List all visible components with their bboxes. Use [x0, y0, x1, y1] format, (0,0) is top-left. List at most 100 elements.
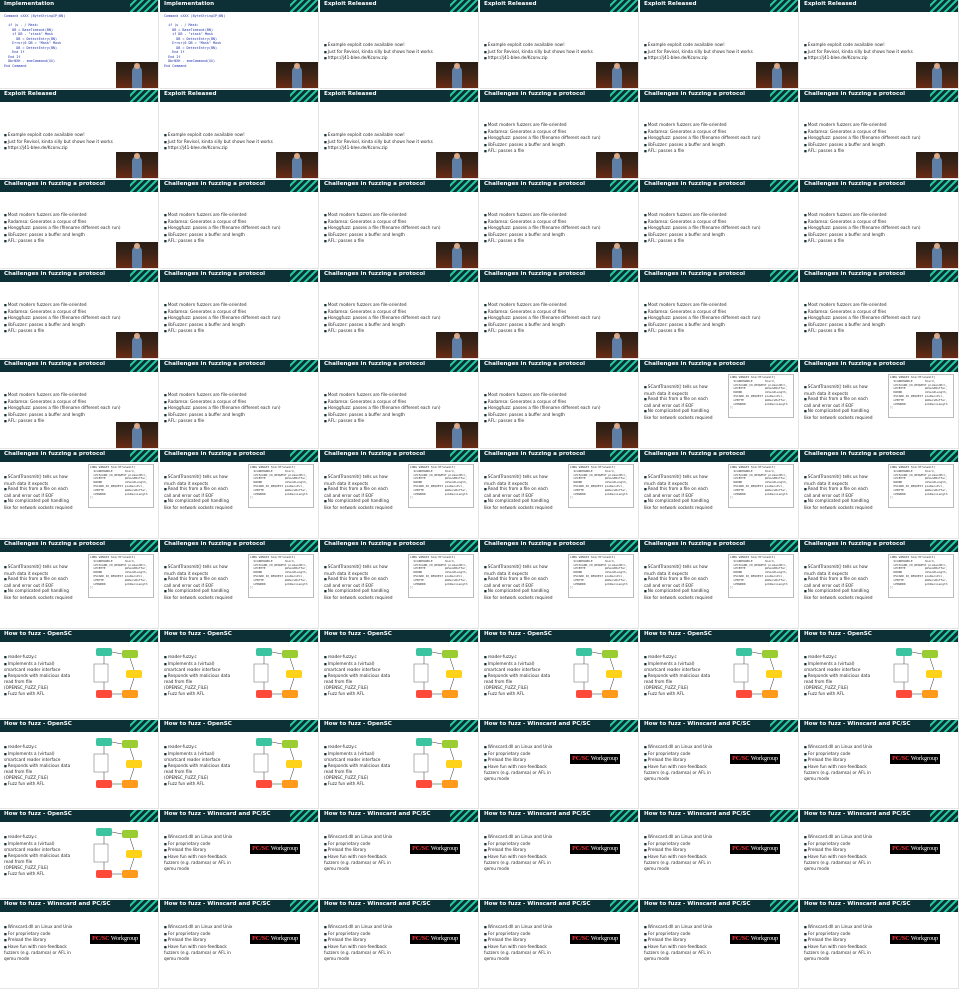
- slide-thumbnail[interactable]: How to fuzz - OpenSC reader-fuzzy.cImplem…: [0, 720, 159, 809]
- flow-core-node: [93, 753, 109, 773]
- slide-thumbnail[interactable]: Challenges in fuzzing a protocol Most mod…: [800, 180, 959, 269]
- slide-thumbnail[interactable]: Exploit Released Example exploit code ava…: [320, 90, 479, 179]
- slide-thumbnail[interactable]: Exploit Released Example exploit code ava…: [0, 90, 159, 179]
- slide-thumbnail[interactable]: Challenges in fuzzing a protocol Most mod…: [480, 90, 639, 179]
- bullet-item: No complicated poll handling like for ne…: [164, 588, 236, 600]
- slide-thumbnail[interactable]: Challenges in fuzzing a protocol Most mod…: [0, 360, 159, 449]
- slide-thumbnail[interactable]: Challenges in fuzzing a protocol Most mod…: [480, 270, 639, 359]
- bullet-item: Fuzz fun with AFL: [324, 691, 396, 698]
- bullet-item: Just for Revisol, kinda silly but shows …: [4, 139, 154, 146]
- slide-thumbnail[interactable]: Exploit Released Example exploit code ava…: [640, 0, 799, 89]
- slide-thumbnail[interactable]: How to fuzz - Winscard and PC/SC Winscard…: [640, 900, 799, 989]
- slide-thumbnail[interactable]: Challenges in fuzzing a protocol SCardTra…: [0, 450, 159, 539]
- slide-thumbnail[interactable]: Challenges in fuzzing a protocol Most mod…: [0, 270, 159, 359]
- slide-thumbnail[interactable]: Challenges in fuzzing a protocol SCardTra…: [640, 540, 799, 629]
- slide-thumbnail[interactable]: Challenges in fuzzing a protocol SCardTra…: [480, 540, 639, 629]
- slide-thumbnail[interactable]: Challenges in fuzzing a protocol Most mod…: [320, 360, 479, 449]
- slide-thumbnail[interactable]: Implementation Command cXXX (ByteStringIP…: [0, 0, 159, 89]
- bullet-list: Most modern fuzzers are file-orientedRad…: [324, 212, 474, 245]
- slide-title: How to fuzz - Winscard and PC/SC: [164, 811, 271, 817]
- slide-thumbnail[interactable]: Challenges in fuzzing a protocol SCardTra…: [160, 540, 319, 629]
- slide-thumbnail[interactable]: How to fuzz - Winscard and PC/SC Winscard…: [640, 720, 799, 809]
- slide-thumbnail[interactable]: How to fuzz - Winscard and PC/SC Winscard…: [800, 720, 959, 809]
- flow-node: [762, 650, 778, 658]
- slide-thumbnail[interactable]: Challenges in fuzzing a protocol SCardTra…: [640, 360, 799, 449]
- slide-header: Exploit Released: [480, 0, 638, 12]
- slide-thumbnail[interactable]: How to fuzz - OpenSC reader-fuzzy.cImplem…: [800, 630, 959, 719]
- slide-thumbnail[interactable]: Challenges in fuzzing a protocol SCardTra…: [640, 450, 799, 539]
- slide-thumbnail[interactable]: Challenges in fuzzing a protocol SCardTra…: [320, 450, 479, 539]
- slide-thumbnail[interactable]: How to fuzz - OpenSC reader-fuzzy.cImplem…: [160, 720, 319, 809]
- flow-node: [256, 780, 272, 788]
- slide-thumbnail[interactable]: Challenges in fuzzing a protocol Most mod…: [160, 270, 319, 359]
- slide-thumbnail[interactable]: Exploit Released Example exploit code ava…: [320, 0, 479, 89]
- slide-thumbnail[interactable]: Challenges in fuzzing a protocol Most mod…: [320, 270, 479, 359]
- slide-thumbnail[interactable]: How to fuzz - OpenSC reader-fuzzy.cImplem…: [320, 720, 479, 809]
- slide-thumbnail[interactable]: Challenges in fuzzing a protocol SCardTra…: [800, 540, 959, 629]
- slide-header: Challenges in fuzzing a protocol: [800, 270, 958, 282]
- slide-thumbnail[interactable]: Challenges in fuzzing a protocol Most mod…: [640, 90, 799, 179]
- flow-node: [442, 740, 458, 748]
- slide-thumbnail[interactable]: Exploit Released Example exploit code ava…: [160, 90, 319, 179]
- header-stripes: [930, 0, 958, 12]
- slide-title: Challenges in fuzzing a protocol: [804, 271, 906, 277]
- slide-title: How to fuzz - Winscard and PC/SC: [644, 901, 751, 907]
- slide-title: Challenges in fuzzing a protocol: [804, 181, 906, 187]
- slide-thumbnail[interactable]: Challenges in fuzzing a protocol Most mod…: [640, 270, 799, 359]
- slide-thumbnail[interactable]: Challenges in fuzzing a protocol Most mod…: [160, 180, 319, 269]
- slide-thumbnail[interactable]: Challenges in fuzzing a protocol SCardTra…: [160, 450, 319, 539]
- slide-title: How to fuzz - OpenSC: [484, 631, 552, 637]
- slide-thumbnail[interactable]: How to fuzz - Winscard and PC/SC Winscard…: [320, 900, 479, 989]
- slide-thumbnail[interactable]: Exploit Released Example exploit code ava…: [800, 0, 959, 89]
- bullet-item: reader-fuzzy.c: [644, 654, 716, 661]
- slide-thumbnail[interactable]: Challenges in fuzzing a protocol SCardTra…: [800, 360, 959, 449]
- slide-thumbnail[interactable]: Exploit Released Example exploit code ava…: [480, 0, 639, 89]
- bullet-item: Winscard.dll on Linux and Unix: [804, 834, 876, 841]
- slide-thumbnail[interactable]: How to fuzz - Winscard and PC/SC Winscard…: [480, 900, 639, 989]
- speaker-video-inset: [436, 152, 478, 178]
- bullet-item: Implements a (virtual) smartcard reader …: [4, 661, 76, 673]
- slide-thumbnail[interactable]: Challenges in fuzzing a protocol SCardTra…: [480, 450, 639, 539]
- slide-thumbnail[interactable]: Challenges in fuzzing a protocol SCardTra…: [800, 450, 959, 539]
- slide-thumbnail[interactable]: How to fuzz - Winscard and PC/SC Winscard…: [640, 810, 799, 899]
- speaker-figure: [452, 156, 462, 178]
- slide-thumbnail[interactable]: How to fuzz - OpenSC reader-fuzzy.cImplem…: [0, 630, 159, 719]
- slide-body: Winscard.dll on Linux and UnixFor propri…: [804, 734, 954, 804]
- pcsc-workgroup-logo: PC/SC Workgroup: [570, 754, 620, 764]
- slide-thumbnail[interactable]: How to fuzz - Winscard and PC/SC Winscard…: [480, 720, 639, 809]
- slide-thumbnail[interactable]: Challenges in fuzzing a protocol Most mod…: [160, 360, 319, 449]
- slide-thumbnail[interactable]: How to fuzz - OpenSC reader-fuzzy.cImplem…: [320, 630, 479, 719]
- speaker-video-inset: [596, 422, 638, 448]
- header-stripes: [770, 90, 798, 102]
- slide-thumbnail[interactable]: Challenges in fuzzing a protocol SCardTra…: [0, 540, 159, 629]
- slide-thumbnail[interactable]: How to fuzz - OpenSC reader-fuzzy.cImplem…: [0, 810, 159, 899]
- slide-thumbnail[interactable]: Challenges in fuzzing a protocol Most mod…: [320, 180, 479, 269]
- slide-thumbnail[interactable]: Challenges in fuzzing a protocol Most mod…: [480, 180, 639, 269]
- slide-thumbnail[interactable]: Implementation Command cXXX (ByteStringIP…: [160, 0, 319, 89]
- bullet-list: Winscard.dll on Linux and UnixFor propri…: [324, 834, 396, 872]
- slide-thumbnail[interactable]: Challenges in fuzzing a protocol Most mod…: [480, 360, 639, 449]
- slide-thumbnail[interactable]: Challenges in fuzzing a protocol Most mod…: [800, 270, 959, 359]
- slide-thumbnail[interactable]: How to fuzz - Winscard and PC/SC Winscard…: [0, 900, 159, 989]
- bullet-item: Responds with malicious data read from f…: [804, 673, 876, 691]
- slide-thumbnail[interactable]: How to fuzz - Winscard and PC/SC Winscard…: [160, 900, 319, 989]
- bullet-item: Honggfuzz: passes a file (filename diffe…: [804, 225, 954, 232]
- slide-thumbnail[interactable]: How to fuzz - Winscard and PC/SC Winscard…: [800, 810, 959, 899]
- slide-thumbnail[interactable]: Challenges in fuzzing a protocol SCardTra…: [320, 540, 479, 629]
- slide-thumbnail[interactable]: How to fuzz - Winscard and PC/SC Winscard…: [800, 900, 959, 989]
- slide-thumbnail[interactable]: How to fuzz - Winscard and PC/SC Winscard…: [480, 810, 639, 899]
- slide-thumbnail[interactable]: Challenges in fuzzing a protocol Most mod…: [0, 180, 159, 269]
- header-stripes: [930, 360, 958, 372]
- slide-title: Challenges in fuzzing a protocol: [644, 271, 746, 277]
- bullet-item: Responds with malicious data read from f…: [4, 853, 76, 871]
- slide-thumbnail[interactable]: How to fuzz - OpenSC reader-fuzzy.cImplem…: [640, 630, 799, 719]
- slide-thumbnail[interactable]: How to fuzz - OpenSC reader-fuzzy.cImplem…: [480, 630, 639, 719]
- slide-thumbnail-grid: Implementation Command cXXX (ByteStringIP…: [0, 0, 960, 990]
- slide-thumbnail[interactable]: How to fuzz - Winscard and PC/SC Winscard…: [320, 810, 479, 899]
- bullet-item: Honggfuzz: passes a file (filename diffe…: [644, 225, 794, 232]
- slide-thumbnail[interactable]: Challenges in fuzzing a protocol Most mod…: [640, 180, 799, 269]
- slide-thumbnail[interactable]: How to fuzz - Winscard and PC/SC Winscard…: [160, 810, 319, 899]
- slide-thumbnail[interactable]: Challenges in fuzzing a protocol Most mod…: [800, 90, 959, 179]
- slide-thumbnail[interactable]: How to fuzz - OpenSC reader-fuzzy.cImplem…: [160, 630, 319, 719]
- bullet-item: Most modern fuzzers are file-oriented: [484, 392, 634, 399]
